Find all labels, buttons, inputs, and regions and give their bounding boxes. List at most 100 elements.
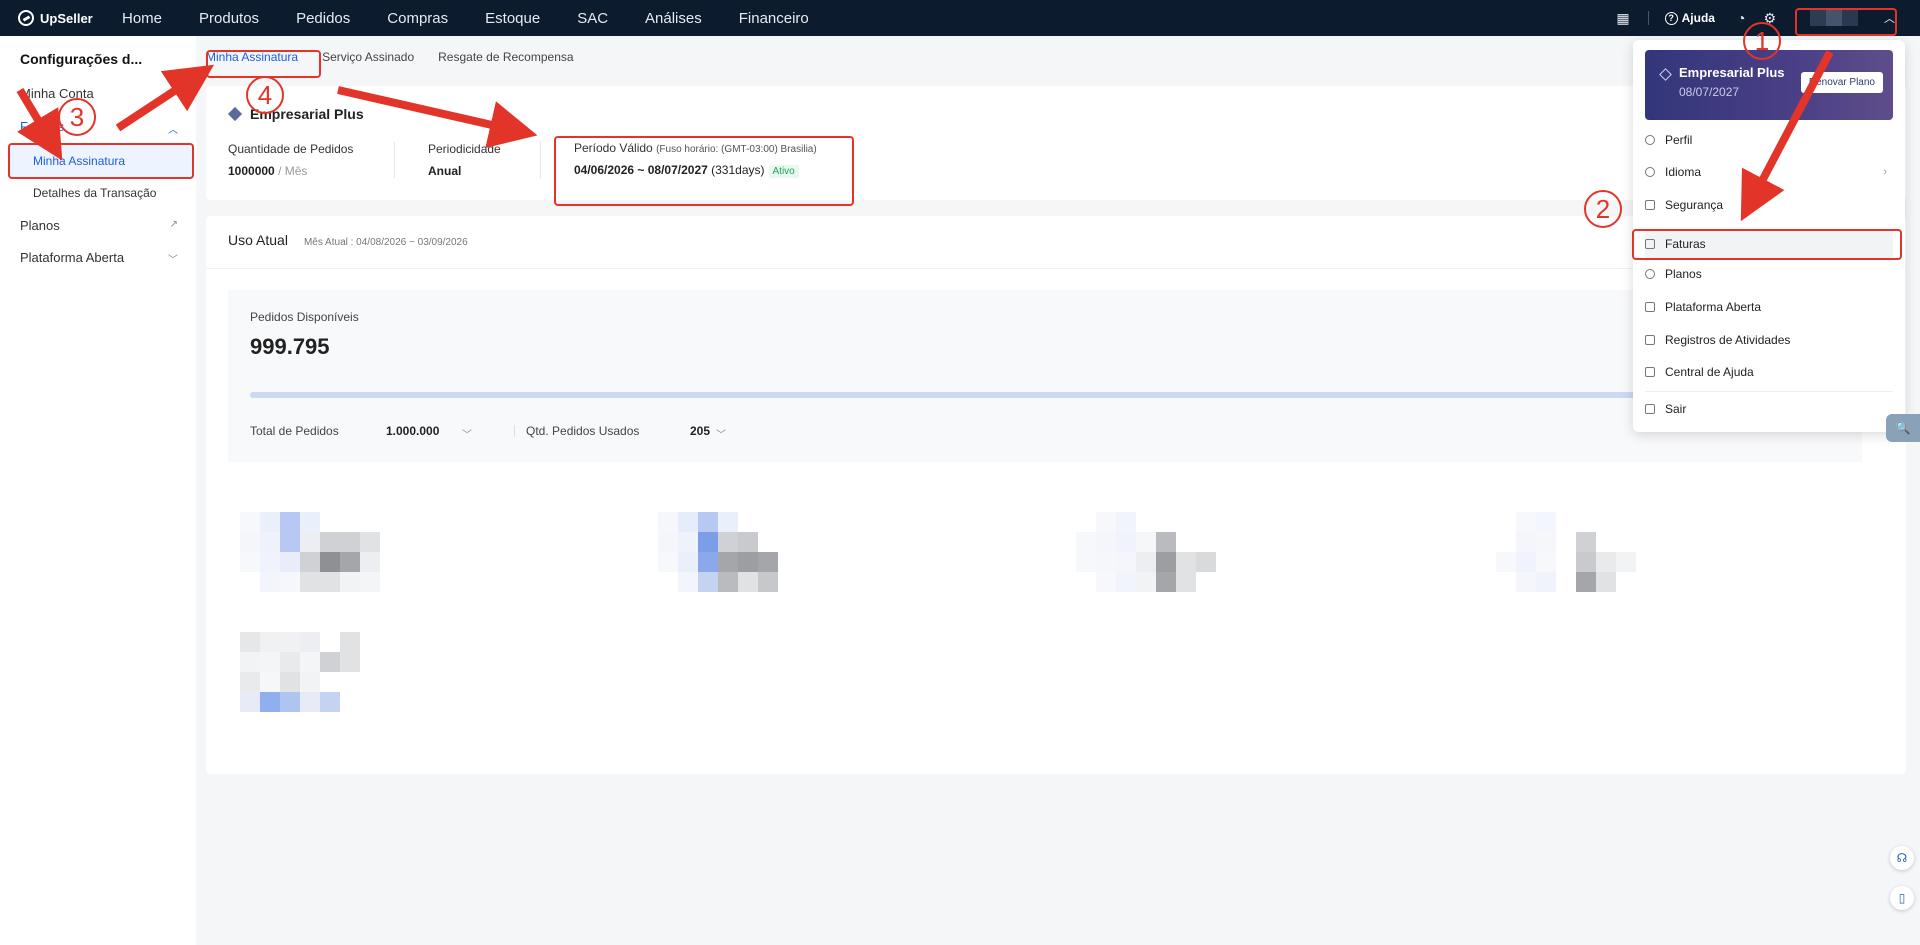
used-value[interactable]: 205: [690, 424, 710, 438]
chevron-right-icon: ›: [1883, 166, 1887, 178]
brand-logo[interactable]: UpSeller: [18, 10, 122, 26]
nav-estoque[interactable]: Estoque: [485, 10, 540, 27]
menu-label: Segurança: [1665, 198, 1724, 212]
period-label: Periodicidade: [428, 142, 501, 156]
nav-financeiro[interactable]: Financeiro: [739, 10, 809, 27]
tab-servico-assinado[interactable]: Serviço Assinado: [322, 50, 414, 64]
blurred-content-4: [1496, 512, 1656, 592]
external-link-icon: ↗: [169, 219, 178, 230]
logout-icon: [1645, 404, 1655, 414]
total-label: Total de Pedidos: [250, 424, 339, 438]
divider: [394, 142, 395, 178]
menu-item-registros[interactable]: Registros de Atividades: [1645, 326, 1893, 354]
annotation-box-minha-assinatura: [8, 143, 194, 179]
annotation-number-2: 2: [1584, 190, 1622, 228]
nav-produtos[interactable]: Produtos: [199, 10, 259, 27]
menu-label: Idioma: [1665, 165, 1702, 179]
qty-value: 1000000: [228, 164, 275, 178]
blurred-content-5: [240, 632, 400, 712]
top-nav: UpSeller Home Produtos Pedidos Compras E…: [0, 0, 1920, 36]
divider: [514, 425, 515, 437]
annotation-box-period: [554, 136, 854, 206]
total-value[interactable]: 1.000.000: [386, 424, 439, 438]
available-value: 999.795: [250, 334, 330, 359]
bell-icon[interactable]: ◔: [1737, 10, 1745, 26]
annotation-number-3: 3: [58, 98, 96, 136]
blurred-content-2: [658, 512, 818, 592]
nav-home[interactable]: Home: [122, 10, 162, 27]
usage-title: Uso Atual: [228, 232, 288, 248]
tab-resgate-recompensa[interactable]: Resgate de Recompensa: [438, 50, 573, 64]
eye-icon: [1645, 269, 1655, 279]
usage-progress-bar: [250, 392, 1862, 398]
blurred-content-1: [240, 512, 400, 592]
usage-stats: Pedidos Disponíveis 999.795 Total de Ped…: [228, 290, 1862, 462]
promo-plan-name: Empresarial Plus: [1679, 65, 1785, 80]
menu-item-central-ajuda[interactable]: Central de Ajuda: [1645, 358, 1893, 386]
menu-item-seguranca[interactable]: Segurança: [1645, 191, 1893, 219]
menu-label: Perfil: [1665, 133, 1693, 147]
headset-icon[interactable]: ☊: [1890, 846, 1914, 870]
blurred-content-3: [1076, 512, 1236, 592]
nav-sac[interactable]: SAC: [577, 10, 608, 27]
menu-label: Sair: [1665, 402, 1687, 416]
usage-month: Mês Atual : 04/08/2026 ~ 03/09/2026: [303, 237, 468, 248]
sidebar-title: Configurações d...: [20, 51, 143, 67]
annotation-box-account: [1795, 8, 1897, 36]
user-icon: [1645, 135, 1655, 145]
period-value: Anual: [428, 164, 462, 178]
annotation-box-tab: [206, 50, 321, 78]
menu-label: Central de Ajuda: [1665, 365, 1754, 379]
nav-pedidos[interactable]: Pedidos: [296, 10, 350, 27]
nav-divider: [1647, 11, 1649, 25]
chevron-down-icon[interactable]: ﹀: [716, 426, 726, 441]
log-icon: [1645, 335, 1655, 345]
annotation-number-4: 4: [246, 76, 284, 114]
menu-item-plataforma-aberta[interactable]: Plataforma Aberta: [1645, 293, 1893, 321]
chevron-down-icon[interactable]: ﹀: [462, 426, 472, 441]
menu-item-sair[interactable]: Sair: [1645, 395, 1893, 423]
usage-progress-fill: [250, 392, 1862, 398]
upseller-logo-icon: [18, 10, 34, 26]
help-center-icon: [1645, 367, 1655, 377]
globe-icon: [1645, 167, 1655, 177]
menu-item-perfil[interactable]: Perfil: [1645, 126, 1893, 154]
help-label: Ajuda: [1681, 11, 1715, 25]
qty-label: Quantidade de Pedidos: [228, 142, 354, 156]
promo-plan-date: 08/07/2027: [1679, 85, 1740, 99]
menu-label: Planos: [1665, 267, 1702, 281]
mobile-icon[interactable]: ▯: [1890, 886, 1914, 910]
main-menu: Home Produtos Pedidos Compras Estoque SA…: [122, 10, 846, 27]
nav-compras[interactable]: Compras: [387, 10, 448, 27]
menu-label: Plataforma Aberta: [1665, 300, 1762, 314]
search-icon[interactable]: 🔍: [1886, 414, 1920, 442]
used-label: Qtd. Pedidos Usados: [526, 424, 640, 438]
sidebar-item-detalhes-transacao[interactable]: Detalhes da Transação: [33, 186, 156, 200]
help-button[interactable]: ? Ajuda: [1664, 11, 1715, 25]
qty-unit: / Mês: [278, 164, 308, 178]
menu-item-idioma[interactable]: Idioma ›: [1645, 158, 1893, 186]
annotation-box-faturas: [1632, 229, 1902, 260]
apps-grid-icon[interactable]: ▦: [1616, 10, 1629, 27]
diamond-icon: [227, 106, 243, 122]
qty-column: Quantidade de Pedidos 1000000 / Mês: [228, 142, 353, 178]
menu-item-planos[interactable]: Planos: [1645, 260, 1893, 288]
plan-promo-card: Empresarial Plus 08/07/2027 Renovar Plan…: [1645, 50, 1893, 120]
renew-plan-button[interactable]: Renovar Plano: [1800, 72, 1883, 93]
period-column: Periodicidade Anual: [428, 142, 501, 178]
nav-analises[interactable]: Análises: [645, 10, 702, 27]
diamond-icon: [1659, 68, 1672, 81]
sidebar-item-plataforma-aberta[interactable]: Plataforma Aberta: [20, 250, 124, 265]
divider: [540, 142, 541, 178]
brand-name: UpSeller: [40, 10, 93, 26]
available-label: Pedidos Disponíveis: [250, 310, 359, 324]
plan-name: Empresarial Plus: [227, 106, 364, 122]
sidebar-item-faturas[interactable]: Faturas: [20, 119, 64, 134]
shield-icon: [1645, 200, 1655, 210]
chevron-down-icon: ﹀: [168, 255, 178, 266]
help-icon: ?: [1664, 11, 1678, 25]
divider: [1645, 391, 1893, 392]
chevron-up-icon: ︿: [168, 125, 178, 136]
sidebar-item-planos[interactable]: Planos: [20, 218, 60, 233]
annotation-number-1: 1: [1743, 22, 1781, 60]
